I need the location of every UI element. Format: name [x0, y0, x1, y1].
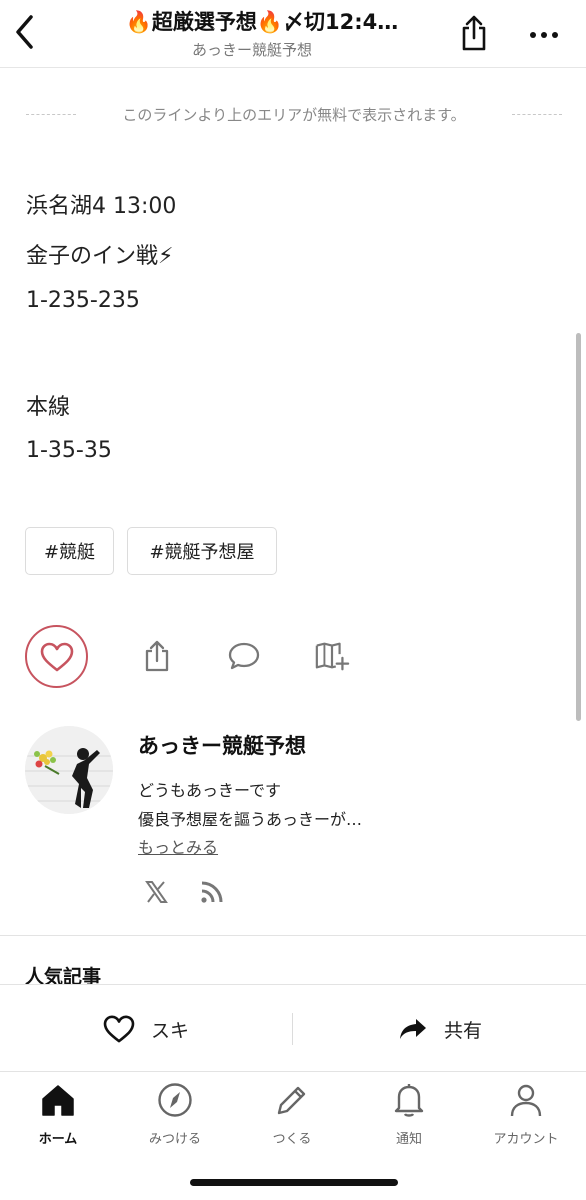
comment-icon	[228, 642, 260, 670]
tab-label: 通知	[395, 1132, 422, 1147]
bottom-like-button[interactable]: スキ	[103, 1009, 189, 1049]
heart-icon	[40, 642, 73, 671]
tab-home[interactable]: ホーム	[8, 1080, 108, 1150]
dashed-line-left	[26, 113, 76, 115]
tab-account[interactable]: アカウント	[476, 1080, 576, 1150]
dashed-line-right	[512, 113, 562, 115]
more-horizontal-icon	[530, 32, 558, 38]
home-indicator	[190, 1179, 398, 1186]
x-profile-link[interactable]	[140, 876, 172, 908]
back-button[interactable]	[8, 10, 42, 54]
more-options-button[interactable]	[522, 18, 566, 52]
person-icon	[510, 1084, 542, 1117]
top-navigation-bar: 🔥超厳選予想🔥〆切12:4… あっきー競艇予想	[0, 0, 586, 68]
hashtag-chip[interactable]: #競艇	[25, 527, 114, 575]
share-article-button[interactable]	[139, 637, 175, 675]
article-line: 1-235-235	[26, 288, 140, 313]
heart-icon	[103, 1015, 135, 1043]
like-button[interactable]	[25, 625, 88, 688]
author-bio: 優良予想屋を謳うあっきーが…	[138, 810, 363, 829]
bell-icon	[394, 1084, 424, 1117]
home-icon	[42, 1085, 74, 1116]
author-name[interactable]: あっきー競艇予想	[138, 730, 306, 760]
page-subtitle: あっきー競艇予想	[191, 41, 312, 59]
section-divider	[0, 935, 586, 936]
author-bio: どうもあっきーです	[138, 781, 282, 800]
tab-create[interactable]: つくる	[242, 1080, 342, 1150]
share-button[interactable]	[455, 10, 493, 56]
free-area-notice: このラインより上のエリアが無料で表示されます。	[122, 105, 466, 124]
bottom-bar-separator	[292, 1013, 293, 1045]
bottom-share-button[interactable]: 共有	[398, 1009, 482, 1049]
bottom-share-label: 共有	[444, 1019, 483, 1042]
compass-icon	[158, 1083, 192, 1117]
avatar-image	[25, 726, 113, 814]
tab-label: アカウント	[493, 1132, 559, 1147]
chevron-left-icon	[16, 15, 33, 49]
share-icon	[462, 15, 486, 51]
bottom-action-bar: スキ 共有	[0, 984, 586, 1070]
tab-discover[interactable]: みつける	[125, 1080, 225, 1150]
article-line: 1-35-35	[26, 438, 112, 463]
bottom-like-label: スキ	[151, 1019, 190, 1042]
rss-link[interactable]	[196, 876, 228, 908]
tab-notifications[interactable]: 通知	[359, 1080, 459, 1150]
hashtag-chip[interactable]: #競艇予想屋	[127, 527, 277, 575]
tab-label: みつける	[148, 1132, 201, 1147]
page-title: 🔥超厳選予想🔥〆切12:4…	[125, 10, 399, 34]
tab-label: つくる	[272, 1132, 312, 1147]
popular-articles-heading: 人気記事	[25, 966, 102, 984]
scrollbar[interactable]	[576, 333, 581, 721]
free-area-divider: このラインより上のエリアが無料で表示されます。	[26, 102, 562, 126]
tab-label: ホーム	[38, 1132, 78, 1147]
x-logo-icon	[145, 881, 168, 903]
magazine-add-icon	[315, 642, 350, 671]
share-arrow-icon	[400, 1019, 426, 1039]
share-icon	[145, 640, 169, 672]
pencil-icon	[277, 1086, 306, 1115]
article-line: 浜名湖4 13:00	[26, 194, 177, 219]
author-avatar[interactable]	[25, 726, 113, 814]
comment-button[interactable]	[226, 637, 262, 675]
rss-icon	[201, 881, 223, 903]
article-line: 本線	[26, 395, 71, 420]
see-more-link[interactable]: もっとみる	[138, 834, 218, 858]
add-to-magazine-button[interactable]	[314, 637, 350, 675]
article-line: 金子のイン戦⚡	[26, 244, 174, 269]
